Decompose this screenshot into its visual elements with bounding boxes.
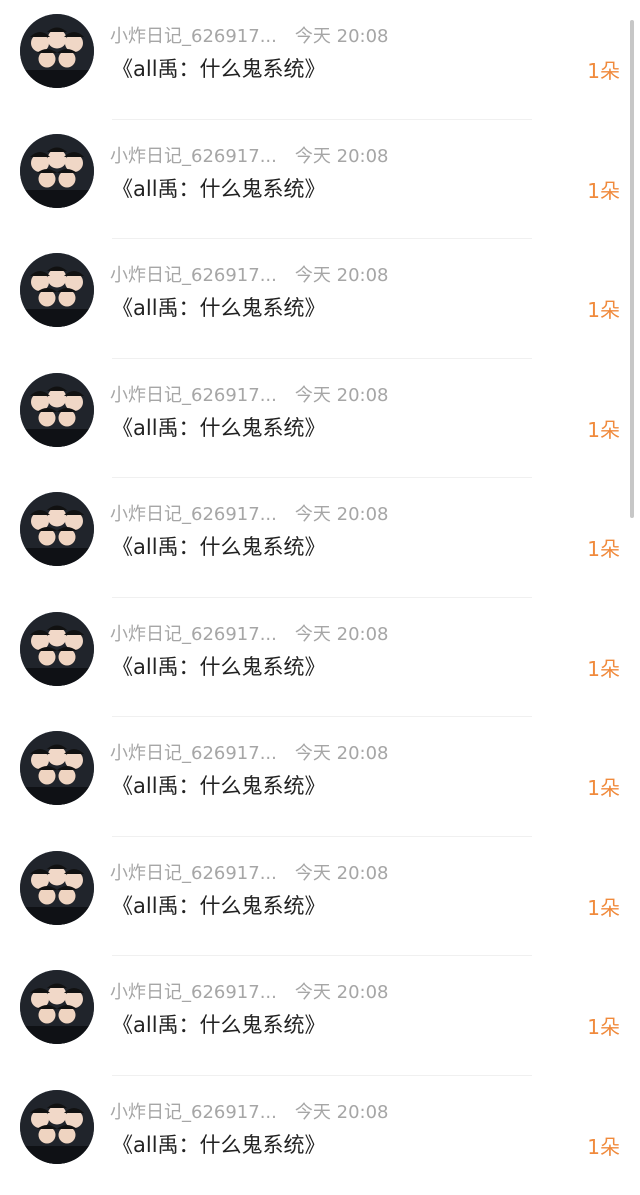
message-meta: 小炸日记_626917... 今天 20:08 xyxy=(110,501,389,525)
message-meta: 小炸日记_626917... 今天 20:08 xyxy=(110,143,389,167)
message-row[interactable]: 小炸日记_626917... 今天 20:08 《all禹：什么鬼系统》 1朵 xyxy=(0,359,640,479)
avatar[interactable] xyxy=(20,134,94,208)
message-text: 《all禹：什么鬼系统》 xyxy=(112,1129,326,1159)
sender-name[interactable]: 小炸日记_626917... xyxy=(110,739,277,765)
group-photo-icon xyxy=(20,492,94,566)
message-row[interactable]: 小炸日记_626917... 今天 20:08 《all禹：什么鬼系统》 1朵 xyxy=(0,837,640,957)
group-photo-icon xyxy=(20,1090,94,1164)
avatar[interactable] xyxy=(20,851,94,925)
message-row[interactable]: 小炸日记_626917... 今天 20:08 《all禹：什么鬼系统》 1朵 xyxy=(0,598,640,718)
message-row[interactable]: 小炸日记_626917... 今天 20:08 《all禹：什么鬼系统》 1朵 xyxy=(0,956,640,1076)
message-meta: 小炸日记_626917... 今天 20:08 xyxy=(110,23,389,47)
group-photo-icon xyxy=(20,851,94,925)
group-photo-icon xyxy=(20,970,94,1044)
message-meta: 小炸日记_626917... 今天 20:08 xyxy=(110,382,389,406)
sender-name[interactable]: 小炸日记_626917... xyxy=(110,1098,277,1124)
message-row[interactable]: 小炸日记_626917... 今天 20:08 《all禹：什么鬼系统》 1朵 xyxy=(0,0,640,120)
flower-count: 1朵 xyxy=(587,533,620,562)
group-photo-icon xyxy=(20,612,94,686)
flower-count: 1朵 xyxy=(587,1131,620,1160)
timestamp: 今天 20:08 xyxy=(295,978,389,1004)
timestamp: 今天 20:08 xyxy=(295,859,389,885)
flower-count: 1朵 xyxy=(587,414,620,443)
group-photo-icon xyxy=(20,373,94,447)
message-row[interactable]: 小炸日记_626917... 今天 20:08 《all禹：什么鬼系统》 1朵 xyxy=(0,478,640,598)
message-meta: 小炸日记_626917... 今天 20:08 xyxy=(110,860,389,884)
avatar[interactable] xyxy=(20,14,94,88)
sender-name[interactable]: 小炸日记_626917... xyxy=(110,22,277,48)
message-text: 《all禹：什么鬼系统》 xyxy=(112,651,326,681)
timestamp: 今天 20:08 xyxy=(295,142,389,168)
flower-count: 1朵 xyxy=(587,1011,620,1040)
sender-name[interactable]: 小炸日记_626917... xyxy=(110,142,277,168)
message-meta: 小炸日记_626917... 今天 20:08 xyxy=(110,1099,389,1123)
message-meta: 小炸日记_626917... 今天 20:08 xyxy=(110,262,389,286)
sender-name[interactable]: 小炸日记_626917... xyxy=(110,381,277,407)
flower-count: 1朵 xyxy=(587,55,620,84)
timestamp: 今天 20:08 xyxy=(295,381,389,407)
message-row[interactable]: 小炸日记_626917... 今天 20:08 《all禹：什么鬼系统》 1朵 xyxy=(0,120,640,240)
message-row[interactable]: 小炸日记_626917... 今天 20:08 《all禹：什么鬼系统》 1朵 xyxy=(0,717,640,837)
group-photo-icon xyxy=(20,134,94,208)
flower-count: 1朵 xyxy=(587,892,620,921)
sender-name[interactable]: 小炸日记_626917... xyxy=(110,261,277,287)
group-photo-icon xyxy=(20,731,94,805)
message-text: 《all禹：什么鬼系统》 xyxy=(112,173,326,203)
message-text: 《all禹：什么鬼系统》 xyxy=(112,53,326,83)
flower-count: 1朵 xyxy=(587,653,620,682)
scrollbar[interactable] xyxy=(630,20,634,518)
message-row[interactable]: 小炸日记_626917... 今天 20:08 《all禹：什么鬼系统》 1朵 xyxy=(0,239,640,359)
message-meta: 小炸日记_626917... 今天 20:08 xyxy=(110,621,389,645)
avatar[interactable] xyxy=(20,970,94,1044)
group-photo-icon xyxy=(20,253,94,327)
message-text: 《all禹：什么鬼系统》 xyxy=(112,531,326,561)
avatar[interactable] xyxy=(20,731,94,805)
message-row[interactable]: 小炸日记_626917... 今天 20:08 《all禹：什么鬼系统》 1朵 xyxy=(0,1076,640,1195)
timestamp: 今天 20:08 xyxy=(295,620,389,646)
group-photo-icon xyxy=(20,14,94,88)
message-meta: 小炸日记_626917... 今天 20:08 xyxy=(110,740,389,764)
timestamp: 今天 20:08 xyxy=(295,739,389,765)
flower-count: 1朵 xyxy=(587,294,620,323)
message-text: 《all禹：什么鬼系统》 xyxy=(112,1009,326,1039)
sender-name[interactable]: 小炸日记_626917... xyxy=(110,500,277,526)
timestamp: 今天 20:08 xyxy=(295,1098,389,1124)
sender-name[interactable]: 小炸日记_626917... xyxy=(110,620,277,646)
message-meta: 小炸日记_626917... 今天 20:08 xyxy=(110,979,389,1003)
message-text: 《all禹：什么鬼系统》 xyxy=(112,292,326,322)
sender-name[interactable]: 小炸日记_626917... xyxy=(110,859,277,885)
avatar[interactable] xyxy=(20,373,94,447)
message-text: 《all禹：什么鬼系统》 xyxy=(112,770,326,800)
flower-count: 1朵 xyxy=(587,175,620,204)
avatar[interactable] xyxy=(20,1090,94,1164)
avatar[interactable] xyxy=(20,253,94,327)
flower-count: 1朵 xyxy=(587,772,620,801)
timestamp: 今天 20:08 xyxy=(295,500,389,526)
timestamp: 今天 20:08 xyxy=(295,22,389,48)
message-list: 小炸日记_626917... 今天 20:08 《all禹：什么鬼系统》 1朵 xyxy=(0,0,640,1182)
message-text: 《all禹：什么鬼系统》 xyxy=(112,890,326,920)
avatar[interactable] xyxy=(20,612,94,686)
avatar[interactable] xyxy=(20,492,94,566)
sender-name[interactable]: 小炸日记_626917... xyxy=(110,978,277,1004)
timestamp: 今天 20:08 xyxy=(295,261,389,287)
message-text: 《all禹：什么鬼系统》 xyxy=(112,412,326,442)
